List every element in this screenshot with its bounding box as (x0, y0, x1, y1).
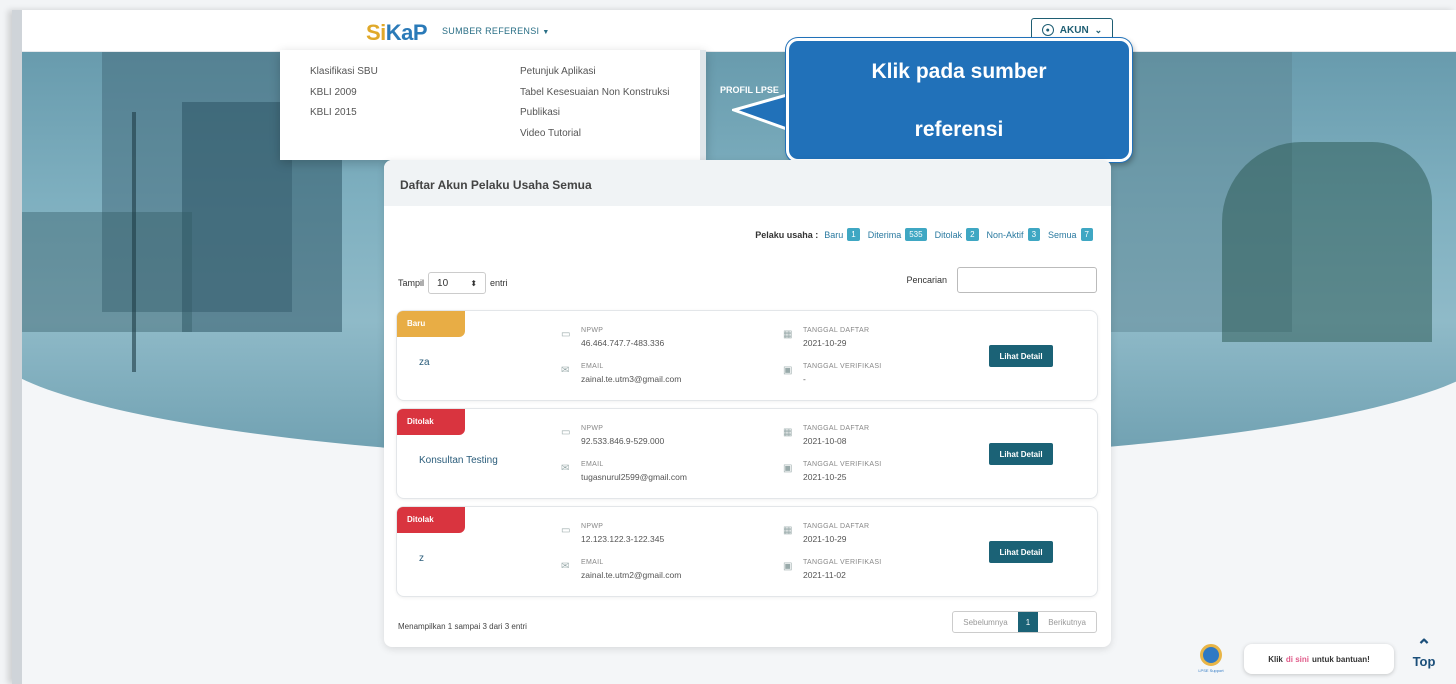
support-logo-icon (1200, 644, 1222, 666)
help-bubble[interactable]: Klik di sini untuk bantuan! (1244, 644, 1394, 674)
status-tag: Baru (397, 311, 465, 337)
account-entry: Ditolak z ▭ NPWP 12.123.122.3-122.345 ✉ … (396, 506, 1098, 597)
lpse-support-widget[interactable]: LPSE Support (1196, 644, 1226, 676)
status-tag: Ditolak (397, 507, 465, 533)
sumber-referensi-menu[interactable]: SUMBER REFERENSI ▼ (442, 26, 550, 36)
sort-arrows-icon: ⬍ (470, 278, 478, 288)
browser-viewport: SiKaP SUMBER REFERENSI ▼ ● AKUN ⌄ PROFIL … (12, 10, 1456, 684)
card-title: Daftar Akun Pelaku Usaha Semua (384, 160, 1111, 206)
account-list-card: Daftar Akun Pelaku Usaha Semua Pelaku us… (384, 160, 1111, 647)
count-badge: 1 (847, 228, 860, 241)
search-label: Pencarian (906, 275, 947, 285)
count-badge: 3 (1027, 228, 1041, 241)
account-name: Konsultan Testing (419, 455, 498, 466)
count-badge: 535 (905, 228, 927, 241)
search-control: Pencarian (906, 267, 1097, 293)
lihat-detail-button[interactable]: Lihat Detail (989, 541, 1053, 563)
calendar-icon: ▦ (783, 329, 793, 340)
sikap-logo[interactable]: SiKaP (366, 20, 428, 46)
id-card-icon: ▭ (561, 427, 571, 438)
id-card-icon: ▭ (561, 329, 571, 340)
calendar-icon: ▦ (783, 427, 793, 438)
sumber-referensi-dropdown: Klasifikasi SBU KBLI 2009 KBLI 2015 Petu… (280, 50, 706, 160)
lihat-detail-button[interactable]: Lihat Detail (989, 345, 1053, 367)
lihat-detail-button[interactable]: Lihat Detail (989, 443, 1053, 465)
page-size-select[interactable]: 10 ⬍ (428, 272, 487, 294)
menu-item-kbli-2009[interactable]: KBLI 2009 (310, 87, 378, 108)
top-navbar: SiKaP SUMBER REFERENSI ▼ ● AKUN ⌄ (22, 10, 1456, 52)
pagination: Sebelumnya 1 Berikutnya (952, 611, 1097, 633)
status-diterima[interactable]: Diterima (868, 230, 902, 240)
user-icon: ● (1041, 24, 1054, 36)
account-entry: Baru za ▭ NPWP 46.464.747.7-483.336 ✉ EM… (396, 310, 1098, 401)
calendar-check-icon: ▣ (783, 365, 793, 376)
menu-item-tabel-kesesuaian[interactable]: Tabel Kesesuaian Non Konstruksi (520, 87, 670, 108)
help-link[interactable]: di sini (1286, 655, 1309, 664)
calendar-check-icon: ▣ (783, 463, 793, 474)
instruction-callout: Klik pada sumber referensi (786, 38, 1132, 162)
back-to-top-button[interactable]: ⌃ Top (1406, 636, 1442, 678)
menu-item-publikasi[interactable]: Publikasi (520, 107, 670, 128)
callout-line: referensi (914, 118, 1004, 141)
calendar-icon: ▦ (783, 525, 793, 536)
status-ditolak[interactable]: Ditolak (935, 230, 963, 240)
account-name: z (419, 553, 424, 564)
dropdown-column: Klasifikasi SBU KBLI 2009 KBLI 2015 (310, 66, 378, 128)
count-badge: 2 (966, 228, 979, 241)
envelope-icon: ✉ (561, 561, 570, 572)
calendar-check-icon: ▣ (783, 561, 793, 572)
prev-page-button[interactable]: Sebelumnya (953, 612, 1017, 632)
dropdown-column: Petunjuk Aplikasi Tabel Kesesuaian Non K… (520, 66, 670, 148)
page-size-control: Tampil 10 ⬍ entri (398, 272, 508, 294)
account-name: za (419, 357, 430, 368)
chevron-down-icon: ⌄ (1094, 24, 1103, 35)
status-semua[interactable]: Semua (1048, 230, 1077, 240)
building-shape (22, 212, 192, 332)
status-non-aktif[interactable]: Non-Aktif (987, 230, 1024, 240)
id-card-icon: ▭ (561, 525, 571, 536)
status-tag: Ditolak (397, 409, 465, 435)
street-lamp (132, 112, 136, 372)
page-1-button[interactable]: 1 (1017, 612, 1039, 632)
envelope-icon: ✉ (561, 365, 570, 376)
search-input[interactable] (957, 267, 1097, 293)
menu-item-video-tutorial[interactable]: Video Tutorial (520, 128, 670, 149)
tree-shape (1222, 142, 1432, 342)
entri-label: entri (490, 278, 508, 288)
menu-item-klasifikasi-sbu[interactable]: Klasifikasi SBU (310, 66, 378, 87)
support-label: LPSE Support (1198, 668, 1224, 673)
tampil-label: Tampil (398, 278, 425, 288)
callout-line: Klik pada sumber (871, 60, 1047, 83)
envelope-icon: ✉ (561, 463, 570, 474)
menu-item-petunjuk-aplikasi[interactable]: Petunjuk Aplikasi (520, 66, 670, 87)
next-page-button[interactable]: Berikutnya (1038, 612, 1096, 632)
caret-down-icon: ▼ (542, 29, 550, 36)
chevron-up-icon: ⌃ (1416, 636, 1432, 656)
status-label: Pelaku usaha : (755, 229, 819, 240)
pagination-info: Menampilkan 1 sampai 3 dari 3 entri (398, 622, 527, 631)
status-filter: Pelaku usaha : Baru 1 Diterima 535 Ditol… (755, 228, 1097, 241)
status-baru[interactable]: Baru (824, 230, 843, 240)
menu-item-kbli-2015[interactable]: KBLI 2015 (310, 107, 378, 128)
count-badge: 7 (1080, 228, 1093, 241)
account-entry: Ditolak Konsultan Testing ▭ NPWP 92.533.… (396, 408, 1098, 499)
